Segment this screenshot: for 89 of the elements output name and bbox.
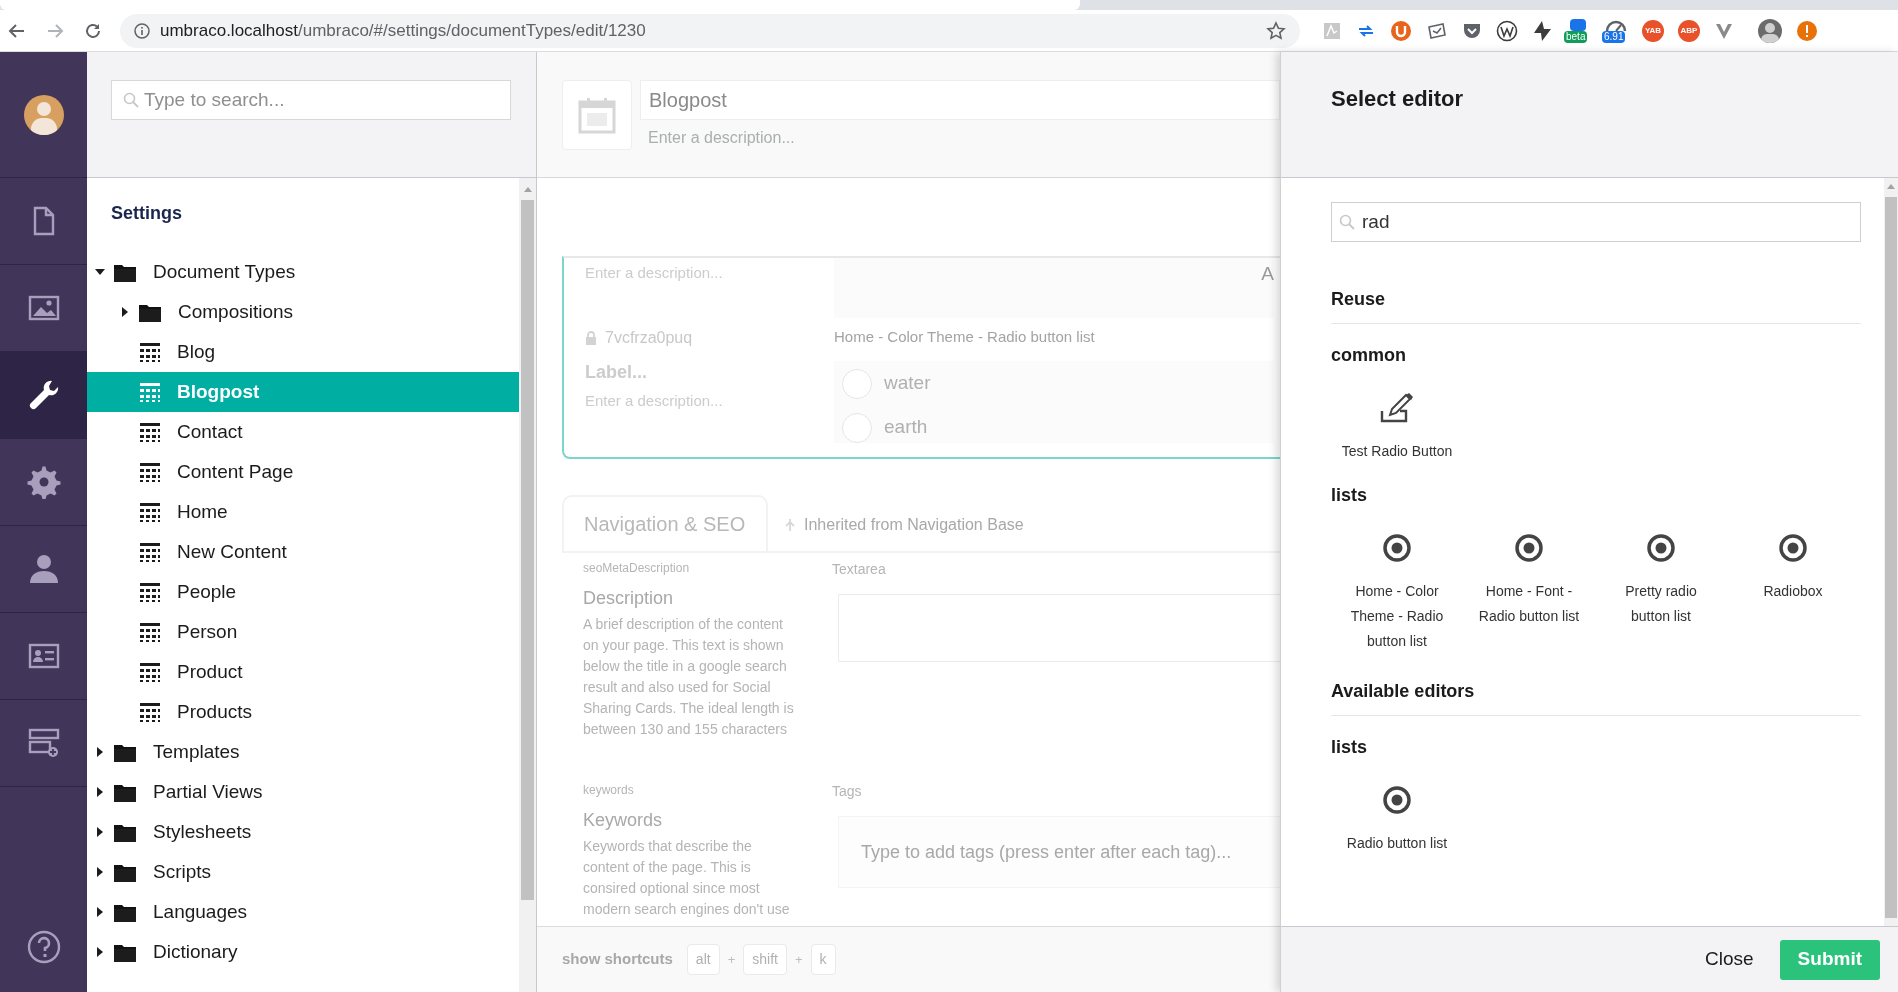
search-field[interactable]: Type to search... bbox=[111, 80, 511, 120]
close-button[interactable]: Close bbox=[1697, 939, 1762, 980]
editor-name: Home - Color Theme - Radio button list bbox=[834, 327, 1096, 347]
group-heading: common bbox=[1331, 344, 1407, 367]
grid-icon bbox=[139, 461, 161, 483]
property-description: A brief description of the content on your page. This text is shown below the title in a google search result and also used for Social Sharing Cards. The ideal length is between 130 and 155 characters bbox=[583, 615, 795, 739]
search-icon bbox=[123, 92, 139, 108]
calendar-icon bbox=[577, 95, 617, 135]
grid-icon bbox=[139, 701, 161, 723]
pencil-edit-icon bbox=[1380, 393, 1414, 423]
radio-button-icon bbox=[1646, 533, 1676, 563]
extension-button[interactable]: ABP bbox=[1678, 19, 1700, 42]
radio-button-icon bbox=[1514, 533, 1544, 563]
grid-icon bbox=[139, 341, 161, 363]
editor-name: Textarea bbox=[832, 560, 887, 579]
reload-icon[interactable] bbox=[84, 21, 102, 40]
caret-right-icon[interactable] bbox=[95, 827, 105, 837]
property-name: Keywords bbox=[583, 809, 664, 832]
scrollbar[interactable] bbox=[519, 178, 536, 992]
plus-sign: + bbox=[794, 950, 803, 969]
address-bar[interactable]: umbraco.localhost/umbraco/#/settings/documentTypes/edit/1230 bbox=[120, 13, 1300, 48]
grid-icon bbox=[139, 501, 161, 523]
group-heading: lists bbox=[1331, 736, 1369, 759]
settings-icon bbox=[26, 465, 61, 499]
editor-tile[interactable]: Radio button list bbox=[1331, 785, 1463, 856]
property-description: Keywords that describe the content of the page. This is consired optional since most modern search engines don't use bbox=[583, 837, 791, 919]
editor-name: Tags bbox=[832, 782, 863, 801]
radio-button-icon bbox=[1382, 785, 1412, 815]
circle-w-logo-icon[interactable] bbox=[1496, 19, 1518, 42]
caret-right-icon[interactable] bbox=[95, 947, 105, 957]
grid-icon bbox=[139, 661, 161, 683]
search-icon bbox=[1339, 214, 1355, 230]
extension-badge: beta bbox=[1564, 30, 1588, 43]
grid-icon bbox=[139, 581, 161, 603]
alert-icon[interactable] bbox=[1796, 19, 1818, 42]
editor-tile[interactable]: Pretty radio button list bbox=[1595, 533, 1727, 654]
arrow-up-icon bbox=[784, 518, 796, 532]
info-icon[interactable] bbox=[134, 22, 150, 39]
profile-avatar[interactable] bbox=[1758, 18, 1782, 43]
editor-tile[interactable]: Home - Font - Radio button list bbox=[1463, 533, 1595, 654]
section-heading: Reuse bbox=[1331, 286, 1861, 324]
caret-right-icon[interactable] bbox=[95, 907, 105, 917]
help-icon[interactable] bbox=[26, 930, 61, 964]
caret-right-icon[interactable] bbox=[95, 747, 105, 757]
caret-down-icon[interactable] bbox=[95, 267, 105, 277]
group-heading: lists bbox=[1331, 484, 1369, 507]
tags-field[interactable]: Type to add tags (press enter after each tag)... bbox=[838, 816, 1280, 888]
inherited-from-text: Inherited from Navigation Base bbox=[804, 515, 1024, 535]
grid-icon bbox=[139, 421, 161, 443]
grid-icon bbox=[139, 381, 161, 403]
caret-right-icon[interactable] bbox=[95, 787, 105, 797]
key-cap: shift bbox=[743, 944, 787, 975]
form-stack-icon bbox=[26, 726, 61, 760]
editor-tile[interactable]: Home - Color Theme - Radio button list bbox=[1331, 533, 1463, 654]
property-name: Description bbox=[583, 587, 675, 610]
bolt-icon[interactable] bbox=[1532, 19, 1552, 42]
editor-tile[interactable]: Test Radio Button bbox=[1331, 393, 1463, 464]
caret-right-icon[interactable] bbox=[120, 307, 130, 317]
search-field[interactable]: rad bbox=[1331, 202, 1861, 242]
user-avatar[interactable] bbox=[23, 94, 64, 135]
key-cap: alt bbox=[686, 944, 720, 975]
radio-button[interactable] bbox=[842, 412, 872, 443]
radio-button-icon bbox=[1382, 533, 1412, 563]
star-icon[interactable] bbox=[1266, 20, 1286, 41]
extension-badge: 6.91 bbox=[1602, 30, 1626, 43]
extension-button[interactable]: YAB bbox=[1642, 19, 1664, 42]
card-icon[interactable] bbox=[1426, 20, 1448, 41]
grid-icon bbox=[139, 621, 161, 643]
gauge-extension-icon[interactable]: 6.91 bbox=[1604, 17, 1628, 44]
radio-button-icon bbox=[1778, 533, 1808, 563]
u-shield-icon[interactable] bbox=[1390, 19, 1412, 42]
alias-text: keywords bbox=[583, 782, 635, 799]
radio-label: water bbox=[884, 371, 931, 396]
plus-sign: + bbox=[727, 950, 736, 969]
url-text: umbraco.localhost/umbraco/#/settings/documentTypes/edit/1230 bbox=[160, 19, 646, 42]
radio-label: earth bbox=[884, 415, 928, 440]
alias-text: seoMetaDescription bbox=[583, 560, 691, 577]
section-heading: Available editors bbox=[1331, 678, 1861, 716]
grid-icon bbox=[139, 541, 161, 563]
radio-button[interactable] bbox=[842, 368, 872, 399]
back-arrow-icon[interactable] bbox=[8, 21, 26, 40]
panel-title: Select editor bbox=[1331, 85, 1465, 113]
description-field[interactable]: Enter a description... bbox=[640, 124, 1280, 152]
key-cap: k bbox=[810, 944, 836, 975]
section-tab[interactable] bbox=[0, 352, 87, 439]
caret-right-icon[interactable] bbox=[95, 867, 105, 877]
tree-title: Settings bbox=[110, 202, 183, 225]
editor-tile[interactable]: Radiobox bbox=[1727, 533, 1859, 654]
scrollbar[interactable] bbox=[1884, 178, 1898, 926]
